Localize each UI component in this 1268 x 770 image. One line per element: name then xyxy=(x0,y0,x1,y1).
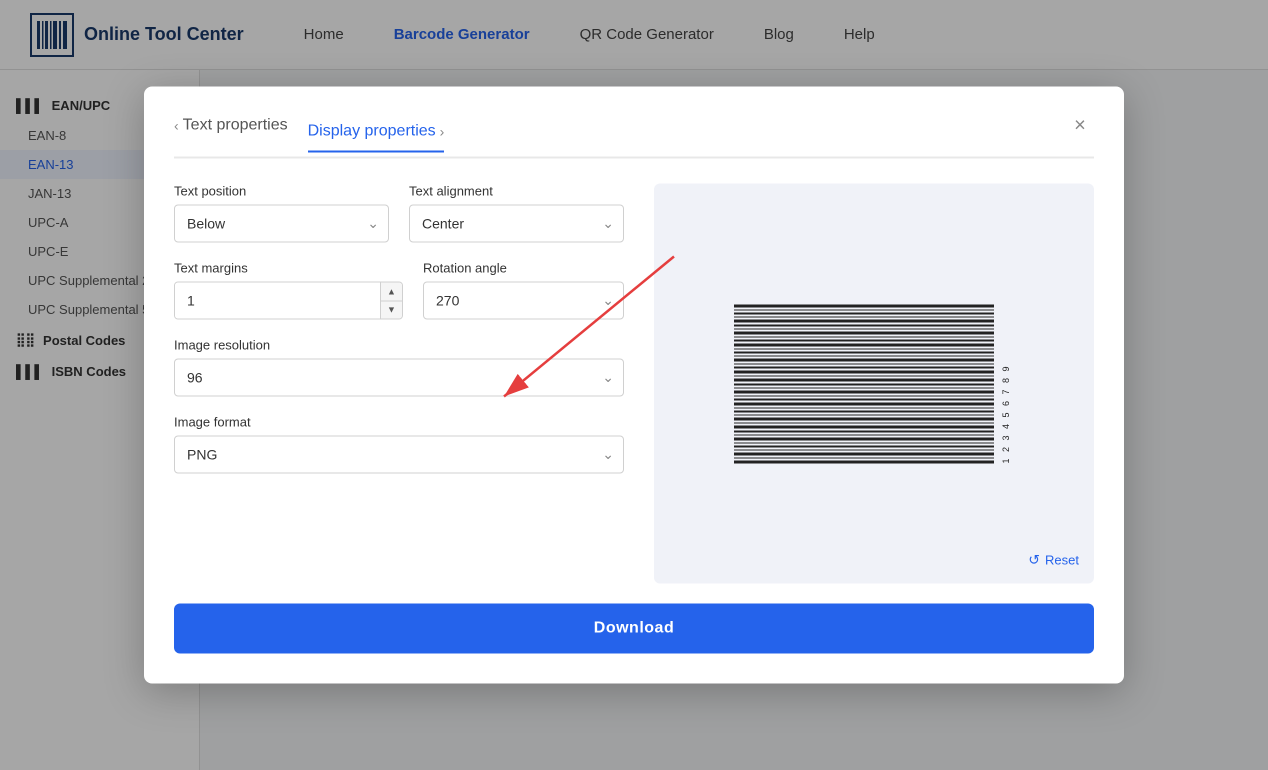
text-alignment-group: Text alignment Center Left Right xyxy=(409,184,624,243)
image-resolution-label: Image resolution xyxy=(174,338,624,353)
close-button[interactable]: × xyxy=(1066,112,1094,140)
reset-label: Reset xyxy=(1045,553,1079,568)
tab-display-properties[interactable]: Display properties › xyxy=(308,123,445,153)
modal-header: ‹ Text properties Display properties › × xyxy=(174,117,1094,159)
modal-form: Text position Below Above None Text alig… xyxy=(174,184,624,584)
text-position-group: Text position Below Above None xyxy=(174,184,389,243)
tab-text-properties[interactable]: ‹ Text properties xyxy=(174,117,288,145)
barcode-image: 1 2 3 4 5 6 7 8 9 xyxy=(734,294,1014,474)
right-arrow-icon: › xyxy=(440,124,445,140)
text-margins-up[interactable]: ▲ xyxy=(381,283,402,302)
image-format-group: Image format PNG JPG SVG xyxy=(174,415,624,474)
text-alignment-select-wrapper: Center Left Right xyxy=(409,205,624,243)
text-alignment-label: Text alignment xyxy=(409,184,624,199)
barcode-preview-area: 1 2 3 4 5 6 7 8 9 xyxy=(654,204,1094,564)
rotation-angle-label: Rotation angle xyxy=(423,261,624,276)
download-button[interactable]: Download xyxy=(174,604,1094,654)
image-format-select-wrapper: PNG JPG SVG xyxy=(174,436,624,474)
image-resolution-group: Image resolution 72 96 150 300 xyxy=(174,338,624,397)
modal-body: Text position Below Above None Text alig… xyxy=(174,184,1094,584)
reset-button[interactable]: ↺ Reset xyxy=(1028,552,1079,569)
modal-dialog: ‹ Text properties Display properties › ×… xyxy=(144,87,1124,684)
rotation-angle-select-wrapper: 0 90 180 270 xyxy=(423,282,624,320)
text-margins-label: Text margins xyxy=(174,261,403,276)
text-alignment-select[interactable]: Center Left Right xyxy=(409,205,624,243)
text-position-select-wrapper: Below Above None xyxy=(174,205,389,243)
form-row-4: Image format PNG JPG SVG xyxy=(174,415,624,474)
reset-icon: ↺ xyxy=(1028,552,1040,569)
text-margins-down[interactable]: ▼ xyxy=(381,301,402,319)
image-format-select[interactable]: PNG JPG SVG xyxy=(174,436,624,474)
rotation-angle-group: Rotation angle 0 90 180 270 xyxy=(423,261,624,320)
text-margins-input[interactable] xyxy=(175,283,380,319)
text-margins-input-wrapper: ▲ ▼ xyxy=(174,282,403,320)
svg-text:1 2 3 4 5 6 7 8 9: 1 2 3 4 5 6 7 8 9 xyxy=(1001,364,1011,463)
modal-inner: ‹ Text properties Display properties › ×… xyxy=(174,117,1094,654)
rotation-angle-select[interactable]: 0 90 180 270 xyxy=(423,282,624,320)
form-row-3: Image resolution 72 96 150 300 xyxy=(174,338,624,397)
text-position-label: Text position xyxy=(174,184,389,199)
text-position-select[interactable]: Below Above None xyxy=(174,205,389,243)
left-arrow-icon: ‹ xyxy=(174,118,179,134)
text-margins-spinners: ▲ ▼ xyxy=(380,283,402,319)
image-resolution-select[interactable]: 72 96 150 300 xyxy=(174,359,624,397)
modal-footer: Download xyxy=(174,604,1094,654)
image-resolution-select-wrapper: 72 96 150 300 xyxy=(174,359,624,397)
barcode-preview-panel: 1 2 3 4 5 6 7 8 9 ↺ Reset xyxy=(654,184,1094,584)
image-format-label: Image format xyxy=(174,415,624,430)
form-row-2: Text margins ▲ ▼ Rotation angle xyxy=(174,261,624,320)
text-margins-group: Text margins ▲ ▼ xyxy=(174,261,403,320)
form-row-1: Text position Below Above None Text alig… xyxy=(174,184,624,243)
